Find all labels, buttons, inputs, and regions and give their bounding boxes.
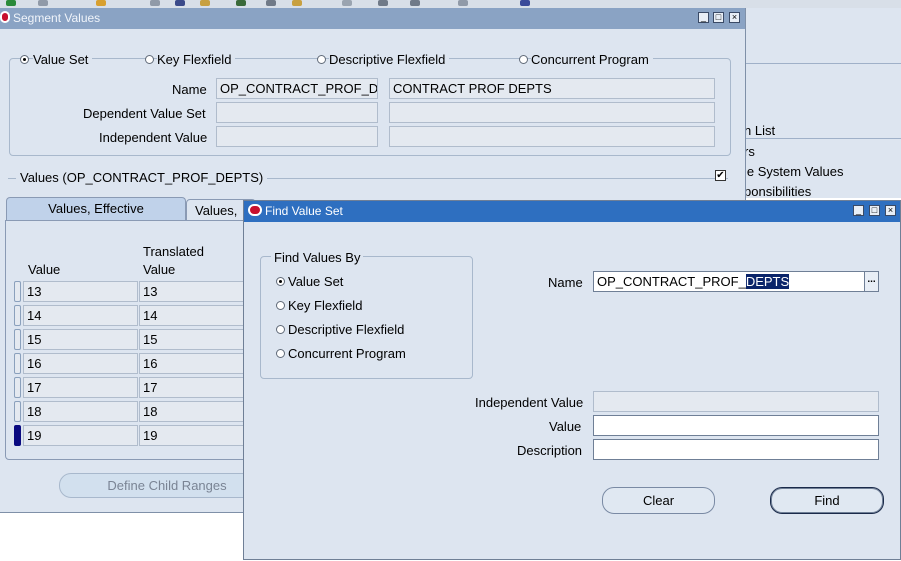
find-dialog-titlebar[interactable]: Find Value Set _ □ × — [244, 201, 900, 222]
toolbar-icon[interactable] — [378, 0, 388, 6]
name-value-selection: DEPTS — [745, 274, 790, 289]
value-input[interactable] — [593, 415, 879, 436]
find-button[interactable]: Find — [770, 487, 884, 514]
dependent-value-set-label: Dependent Value Set — [83, 106, 206, 121]
radio-label: Descriptive Flexfield — [329, 52, 450, 67]
independent-value-field[interactable] — [593, 391, 879, 412]
value-cell[interactable]: 16 — [23, 353, 138, 374]
toolbar-icon[interactable] — [266, 0, 276, 6]
radio-key-flexfield[interactable] — [145, 55, 154, 64]
values-section-title: Values (OP_CONTRACT_PROF_DEPTS) — [16, 170, 268, 185]
minimize-icon[interactable]: _ — [853, 205, 864, 216]
toolbar-icon[interactable] — [236, 0, 246, 6]
values-enabled-checkbox[interactable]: ✔ — [715, 170, 726, 181]
translated-value-cell[interactable]: 16 — [139, 353, 245, 374]
translated-value-cell[interactable]: 15 — [139, 329, 245, 350]
toolbar-icon[interactable] — [520, 0, 530, 6]
column-header-value: Value — [28, 262, 61, 277]
navigator-item[interactable]: le System Values — [744, 164, 843, 179]
independent-value-desc-field[interactable] — [389, 126, 715, 147]
maximize-icon[interactable]: □ — [869, 205, 880, 216]
toolbar-icon[interactable] — [150, 0, 160, 6]
toolbar — [0, 0, 901, 8]
radio-label: Key Flexfield — [288, 298, 363, 313]
toolbar-icon[interactable] — [175, 0, 185, 6]
dialog-title: Find Value Set — [265, 204, 343, 218]
clear-button[interactable]: Clear — [602, 487, 715, 514]
list-of-values-button[interactable]: ... — [864, 271, 879, 292]
toolbar-icon[interactable] — [6, 0, 16, 6]
radio-label: Key Flexfield — [157, 52, 236, 67]
translated-value-cell[interactable]: 19 — [139, 425, 245, 446]
independent-value-label: Independent Value — [99, 130, 208, 145]
value-cell[interactable]: 14 — [23, 305, 138, 326]
value-cell[interactable]: 13 — [23, 281, 138, 302]
toolbar-icon[interactable] — [458, 0, 468, 6]
column-header-translated-value: Value — [143, 262, 176, 277]
close-icon[interactable]: × — [729, 12, 740, 23]
navigator-list-title: n List — [744, 123, 776, 138]
translated-value-cell[interactable]: 14 — [139, 305, 245, 326]
radio-label: Descriptive Flexfield — [288, 322, 405, 337]
radio-concurrent-program[interactable] — [519, 55, 528, 64]
radio-label: Value Set — [33, 52, 93, 67]
dependent-value-set-desc-field[interactable] — [389, 102, 715, 123]
independent-value-label: Independent Value — [475, 395, 584, 410]
navigator-window: n List rs le System Values ponsibilities — [744, 8, 901, 199]
row-selector[interactable] — [14, 401, 21, 422]
radio-descriptive-flexfield[interactable] — [317, 55, 326, 64]
value-cell[interactable]: 18 — [23, 401, 138, 422]
tab-values-effective[interactable]: Values, Effective — [6, 197, 186, 221]
close-icon[interactable]: × — [885, 205, 896, 216]
minimize-icon[interactable]: _ — [698, 12, 709, 23]
value-label: Value — [549, 419, 582, 434]
name-label: Name — [172, 82, 207, 97]
row-selector[interactable] — [14, 353, 21, 374]
name-description-field[interactable]: CONTRACT PROF DEPTS — [389, 78, 715, 99]
window-title: Segment Values — [13, 11, 101, 25]
value-cell[interactable]: 19 — [23, 425, 138, 446]
name-value-text: OP_CONTRACT_PROF_ — [597, 274, 746, 289]
translated-value-cell[interactable]: 18 — [139, 401, 245, 422]
toolbar-icon[interactable] — [342, 0, 352, 6]
radio-descriptive-flexfield[interactable] — [276, 325, 285, 334]
toolbar-icon[interactable] — [292, 0, 302, 6]
translated-value-cell[interactable]: 17 — [139, 377, 245, 398]
row-selector[interactable] — [14, 377, 21, 398]
row-selector[interactable] — [14, 425, 21, 446]
toolbar-icon[interactable] — [96, 0, 106, 6]
oracle-icon — [248, 204, 262, 216]
navigator-item[interactable]: ponsibilities — [744, 184, 811, 199]
row-selector[interactable] — [14, 281, 21, 302]
radio-label: Concurrent Program — [288, 346, 406, 361]
oracle-icon — [0, 11, 10, 23]
find-values-by-label: Find Values By — [271, 250, 364, 265]
name-search-input[interactable]: OP_CONTRACT_PROF_DEPTS — [593, 271, 865, 292]
description-label: Description — [517, 443, 583, 458]
radio-label: Concurrent Program — [531, 52, 653, 67]
radio-key-flexfield[interactable] — [276, 301, 285, 310]
radio-concurrent-program[interactable] — [276, 349, 285, 358]
toolbar-icon[interactable] — [200, 0, 210, 6]
description-input[interactable] — [593, 439, 879, 460]
translated-value-cell[interactable]: 13 — [139, 281, 245, 302]
value-cell[interactable]: 17 — [23, 377, 138, 398]
toolbar-icon[interactable] — [410, 0, 420, 6]
independent-value-field[interactable] — [216, 126, 378, 147]
column-header-translated: Translated — [143, 244, 204, 259]
dependent-value-set-field[interactable] — [216, 102, 378, 123]
radio-value-set[interactable] — [276, 277, 285, 286]
radio-value-set[interactable] — [20, 55, 29, 64]
name-label: Name — [548, 275, 583, 290]
maximize-icon[interactable]: □ — [713, 12, 724, 23]
row-selector[interactable] — [14, 329, 21, 350]
segment-values-titlebar[interactable]: Segment Values _ □ × — [0, 8, 745, 29]
find-value-set-dialog: Find Value Set _ □ × Find Values By Valu… — [243, 200, 901, 560]
value-cell[interactable]: 15 — [23, 329, 138, 350]
row-selector[interactable] — [14, 305, 21, 326]
toolbar-icon[interactable] — [38, 0, 48, 6]
radio-label: Value Set — [288, 274, 344, 289]
name-field[interactable]: OP_CONTRACT_PROF_DE — [216, 78, 378, 99]
